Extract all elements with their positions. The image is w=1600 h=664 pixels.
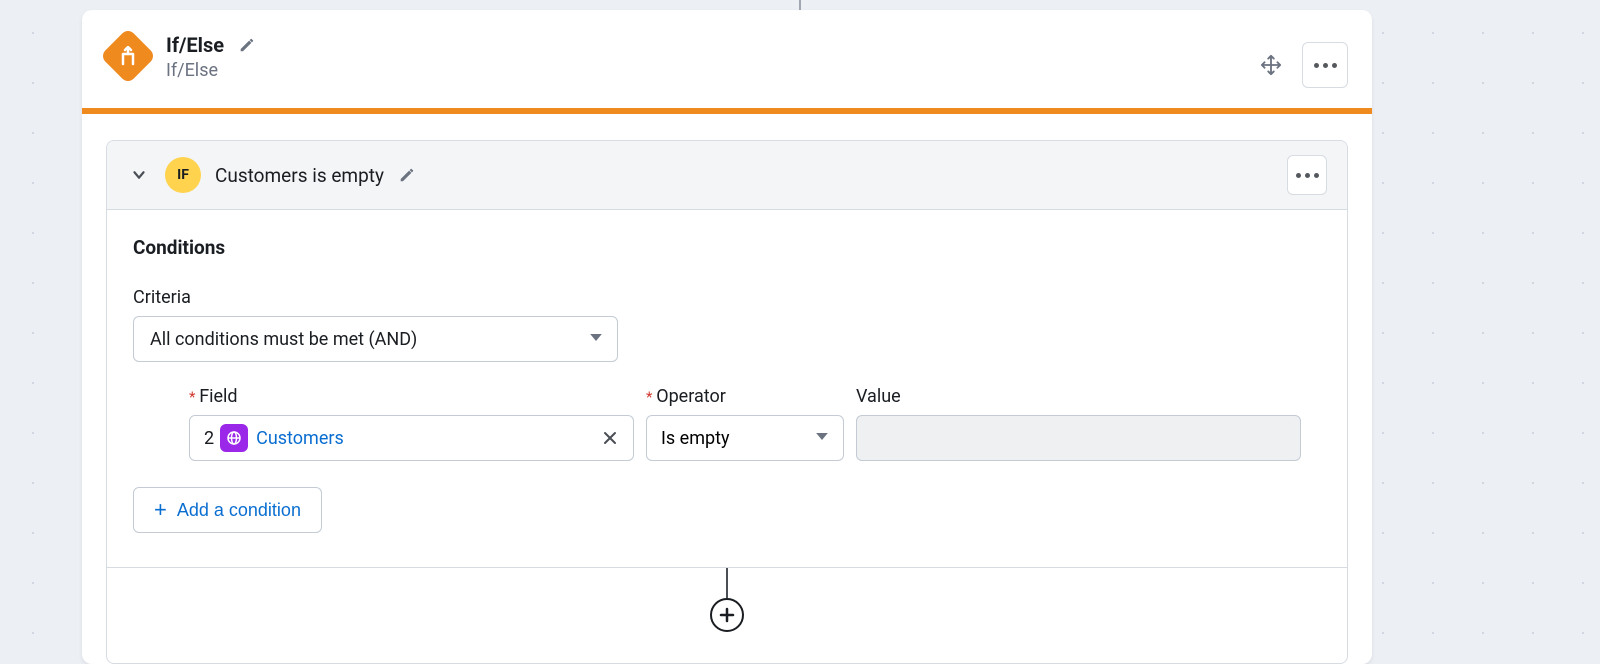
branch-name: Customers is empty xyxy=(215,164,384,187)
collapse-branch-button[interactable] xyxy=(127,163,151,187)
conditions-heading: Conditions xyxy=(133,236,1321,259)
plus-icon: + xyxy=(154,497,167,523)
caret-down-icon xyxy=(589,329,603,350)
node-header: If/Else If/Else xyxy=(82,10,1372,114)
branch-header: IF Customers is empty xyxy=(107,141,1347,210)
pencil-icon xyxy=(238,36,256,54)
add-condition-label: Add a condition xyxy=(177,500,301,521)
caret-down-icon xyxy=(815,428,829,449)
edit-branch-name-button[interactable] xyxy=(394,162,420,188)
ellipsis-icon xyxy=(1314,63,1337,68)
node-card: If/Else If/Else xyxy=(82,10,1372,664)
connector-line-top xyxy=(799,0,801,10)
field-name: Customers xyxy=(256,428,344,449)
node-subtitle: If/Else xyxy=(166,60,1258,81)
field-input[interactable]: 2 Customers xyxy=(189,415,634,461)
edit-title-button[interactable] xyxy=(234,32,260,58)
operator-select[interactable]: Is empty xyxy=(646,415,844,461)
node-header-text: If/Else If/Else xyxy=(166,32,1258,81)
ellipsis-icon xyxy=(1296,173,1319,178)
value-input xyxy=(856,415,1301,461)
field-step-number: 2 xyxy=(204,428,214,449)
add-branch-divider xyxy=(107,567,1347,663)
operator-value: Is empty xyxy=(661,428,730,449)
criteria-value: All conditions must be met (AND) xyxy=(150,329,417,350)
operator-column-label: Operator xyxy=(646,386,844,407)
clear-field-button[interactable] xyxy=(587,416,633,460)
pencil-icon xyxy=(398,166,416,184)
criteria-label: Criteria xyxy=(133,287,1321,308)
move-icon xyxy=(1260,54,1282,76)
field-column-label: Field xyxy=(189,386,634,407)
node-more-button[interactable] xyxy=(1302,42,1348,88)
value-column-label: Value xyxy=(856,386,1301,407)
move-handle[interactable] xyxy=(1258,52,1284,78)
node-title: If/Else xyxy=(166,33,224,57)
branch-more-button[interactable] xyxy=(1287,155,1327,195)
globe-icon xyxy=(220,424,248,452)
add-step-button[interactable] xyxy=(710,598,744,632)
plus-icon xyxy=(718,606,736,624)
criteria-select[interactable]: All conditions must be met (AND) xyxy=(133,316,618,362)
close-icon xyxy=(602,430,618,446)
connector-line xyxy=(726,568,728,598)
add-condition-button[interactable]: + Add a condition xyxy=(133,487,322,533)
branch-panel: IF Customers is empty Conditions Criteri… xyxy=(106,140,1348,664)
if-badge: IF xyxy=(165,157,201,193)
ifelse-node-icon xyxy=(100,28,157,85)
chevron-down-icon xyxy=(130,166,148,184)
